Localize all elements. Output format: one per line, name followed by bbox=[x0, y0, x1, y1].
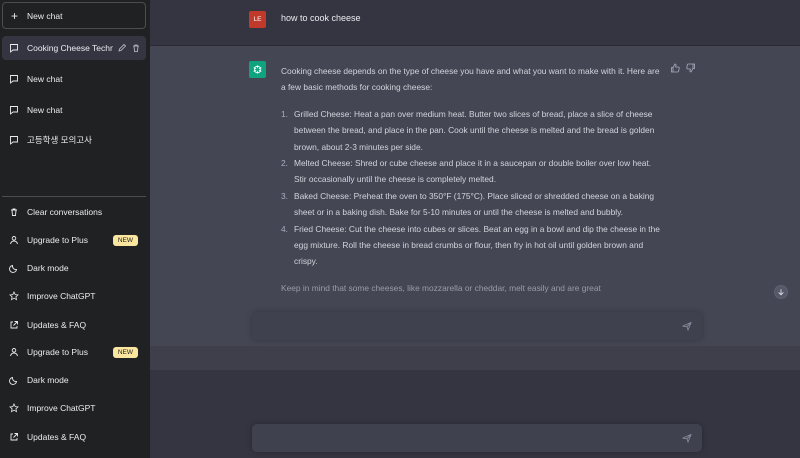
list-item: 2. Melted Cheese: Shred or cube cheese an… bbox=[281, 158, 652, 185]
improve-chatgpt-button[interactable]: Improve ChatGPT bbox=[2, 284, 146, 308]
assistant-message: Cooking cheese depends on the type of ch… bbox=[281, 63, 665, 306]
message-input[interactable] bbox=[252, 312, 702, 340]
menu-item-label: Updates & FAQ bbox=[27, 432, 87, 442]
star-icon bbox=[9, 291, 19, 301]
chat-bubble-icon bbox=[9, 135, 19, 145]
list-item: 4. Fried Cheese: Cut the cheese into cube… bbox=[281, 223, 660, 267]
menu-item-label: Improve ChatGPT bbox=[27, 403, 96, 413]
sidebar-divider bbox=[2, 196, 146, 197]
plus-icon: + bbox=[11, 8, 19, 23]
menu-item-label: Dark mode bbox=[27, 375, 69, 385]
upgrade-to-plus-button[interactable]: Upgrade to Plus NEW bbox=[2, 340, 146, 364]
menu-item-label: Dark mode bbox=[27, 263, 69, 273]
menu-item-label: Improve ChatGPT bbox=[27, 291, 96, 301]
divider-band bbox=[150, 346, 800, 370]
arrow-down-icon bbox=[778, 289, 784, 296]
chat-item-label: New chat bbox=[27, 105, 63, 115]
assistant-message-row: Cooking cheese depends on the type of ch… bbox=[150, 46, 800, 346]
external-link-icon bbox=[9, 320, 19, 330]
moon-icon bbox=[9, 375, 19, 385]
conversation-area: LE how to cook cheese Cooking cheese dep… bbox=[150, 0, 800, 458]
moon-icon bbox=[9, 263, 19, 273]
dark-mode-toggle[interactable]: Dark mode bbox=[2, 368, 146, 392]
send-icon[interactable] bbox=[682, 321, 692, 331]
new-badge: NEW bbox=[112, 234, 138, 246]
list-item: 1. Grilled Cheese: Heat a pan over medium… bbox=[281, 108, 655, 152]
new-chat-label: New chat bbox=[27, 10, 63, 21]
menu-item-label: Clear conversations bbox=[27, 207, 103, 217]
clear-conversations-button[interactable]: Clear conversations bbox=[2, 200, 146, 224]
chatgpt-logo-icon bbox=[249, 61, 266, 78]
message-input[interactable] bbox=[252, 424, 702, 452]
trash-icon bbox=[9, 207, 19, 217]
user-avatar: LE bbox=[249, 11, 266, 28]
star-icon bbox=[9, 403, 19, 413]
user-message-row: LE how to cook cheese bbox=[150, 0, 800, 46]
assistant-trailing-text: Keep in mind that some cheeses, like moz… bbox=[281, 282, 601, 293]
chat-item-label: New chat bbox=[27, 74, 63, 84]
chat-item-label: 고등학생 모의고사 bbox=[27, 135, 92, 145]
chat-bubble-icon bbox=[9, 74, 19, 84]
menu-item-label: Upgrade to Plus bbox=[27, 235, 88, 245]
chat-item-cooking-cheese[interactable]: Cooking Cheese Techni bbox=[2, 36, 146, 60]
list-item: 3. Baked Cheese: Preheat the oven to 350°… bbox=[281, 190, 655, 218]
user-message: how to cook cheese bbox=[281, 13, 361, 23]
external-link-icon bbox=[9, 432, 19, 442]
user-icon bbox=[9, 235, 19, 245]
new-badge: NEW bbox=[112, 346, 138, 358]
chat-bubble-icon bbox=[9, 43, 19, 53]
send-icon[interactable] bbox=[682, 433, 692, 443]
trash-icon[interactable] bbox=[131, 43, 141, 53]
dark-mode-toggle[interactable]: Dark mode bbox=[2, 256, 146, 280]
chat-item-label: Cooking Cheese Techni bbox=[27, 43, 113, 53]
new-chat-button[interactable]: + New chat bbox=[2, 2, 146, 29]
sidebar: + New chat Cooking Cheese Techni New cha… bbox=[0, 0, 150, 458]
thumbs-down-icon[interactable] bbox=[686, 63, 696, 73]
menu-item-label: Updates & FAQ bbox=[27, 320, 87, 330]
thumbs-up-icon[interactable] bbox=[670, 63, 680, 73]
updates-faq-link[interactable]: Updates & FAQ bbox=[2, 425, 146, 449]
menu-item-label: Upgrade to Plus bbox=[27, 347, 88, 357]
scroll-down-button[interactable] bbox=[774, 285, 788, 299]
assistant-intro: Cooking cheese depends on the type of ch… bbox=[281, 66, 660, 93]
edit-icon[interactable] bbox=[117, 43, 127, 53]
chat-bubble-icon bbox=[9, 105, 19, 115]
user-icon bbox=[9, 347, 19, 357]
improve-chatgpt-button[interactable]: Improve ChatGPT bbox=[2, 396, 146, 420]
upgrade-to-plus-button[interactable]: Upgrade to Plus NEW bbox=[2, 228, 146, 252]
chat-item-new-chat-2[interactable]: New chat bbox=[2, 98, 146, 122]
chat-item-new-chat-1[interactable]: New chat bbox=[2, 67, 146, 91]
chat-item-korean-exam[interactable]: 고등학생 모의고사 bbox=[2, 128, 146, 152]
updates-faq-link[interactable]: Updates & FAQ bbox=[2, 313, 146, 337]
